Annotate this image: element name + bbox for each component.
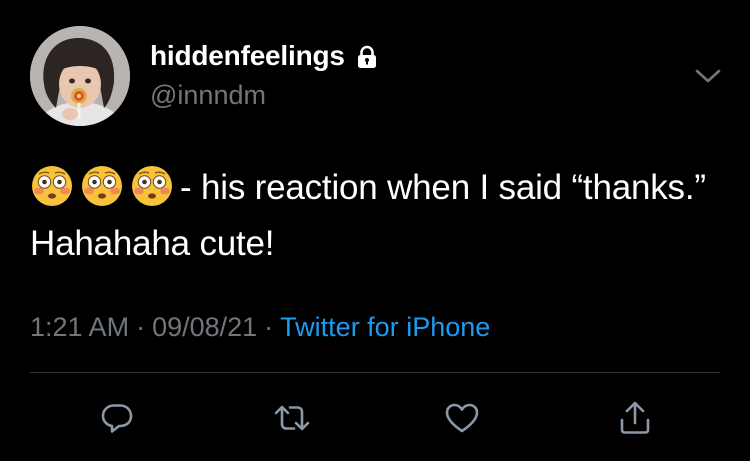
reply-icon[interactable] (96, 397, 138, 439)
tweet-time: 1:21 AM (30, 312, 130, 342)
flushed-face-emoji (130, 164, 174, 208)
like-icon[interactable] (441, 397, 483, 439)
author-display-name[interactable]: hiddenfeelings (150, 40, 345, 72)
lock-icon (355, 45, 379, 69)
share-icon[interactable] (614, 397, 656, 439)
tweet-text: - his reaction when I said “thanks.” Hah… (30, 160, 710, 272)
meta-separator: · (264, 312, 274, 342)
flushed-face-emoji (80, 164, 124, 208)
avatar[interactable] (30, 26, 130, 126)
meta-separator: · (136, 312, 146, 342)
flushed-face-emoji (30, 164, 74, 208)
author-handle[interactable]: @innndm (150, 80, 266, 111)
tweet-date: 09/08/21 (152, 312, 258, 342)
chevron-down-icon[interactable] (694, 62, 722, 90)
retweet-icon[interactable] (271, 397, 313, 439)
tweet-meta: 1:21 AM · 09/08/21 · Twitter for iPhone (30, 312, 490, 343)
divider (30, 372, 720, 373)
tweet-source-link[interactable]: Twitter for iPhone (280, 312, 490, 342)
